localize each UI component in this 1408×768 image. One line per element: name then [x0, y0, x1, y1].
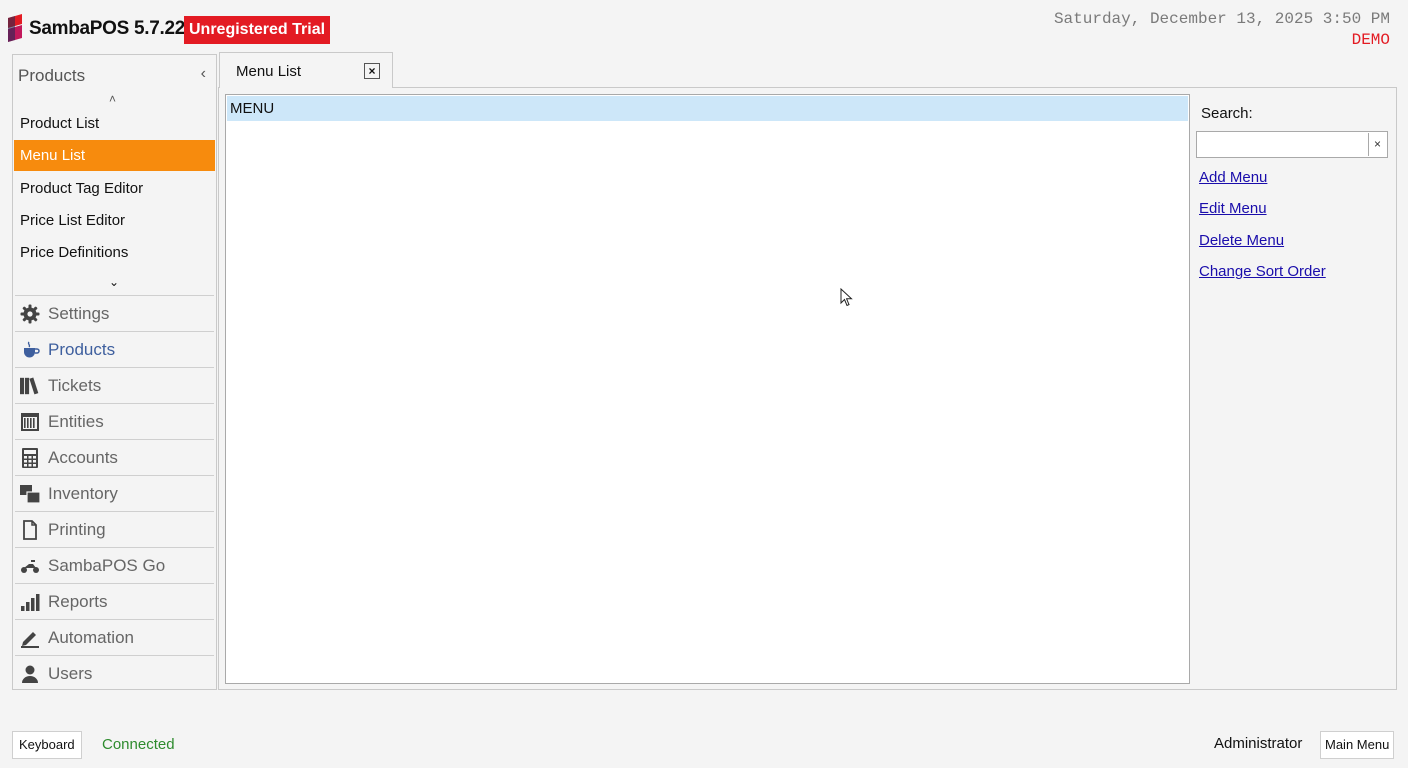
keyboard-button[interactable]: Keyboard	[12, 731, 82, 759]
app-title: SambaPOS 5.7.22	[29, 18, 186, 39]
nav-label: SambaPOS Go	[48, 555, 166, 575]
nav-inventory[interactable]: Inventory	[15, 475, 214, 511]
nav-label: Products	[48, 339, 116, 359]
list-item[interactable]: MENU	[227, 96, 1188, 121]
nav-printing[interactable]: Printing	[15, 511, 214, 547]
books-icon	[20, 376, 40, 396]
demo-badge: DEMO	[1351, 31, 1390, 49]
nav-users[interactable]: Users	[15, 655, 214, 691]
nav-label: Tickets	[48, 375, 102, 395]
clear-search-icon[interactable]: ×	[1368, 133, 1386, 156]
scooter-icon	[20, 556, 40, 576]
add-menu-link[interactable]: Add Menu	[1199, 169, 1267, 186]
mouse-cursor-icon	[840, 288, 853, 307]
main-menu-button[interactable]: Main Menu	[1320, 731, 1395, 759]
nav-label: Automation	[48, 627, 134, 647]
nav-label: Settings	[48, 303, 110, 323]
nav-automation[interactable]: Automation	[15, 619, 214, 655]
datetime-display: Saturday, December 13, 2025 3:50 PM	[1053, 10, 1390, 28]
search-input[interactable]	[1197, 132, 1369, 157]
search-box: ×	[1196, 131, 1388, 158]
nav-reports[interactable]: Reports	[15, 583, 214, 619]
user-icon	[20, 664, 40, 684]
left-navigation-panel: Products ‹ ˄ Product List Menu List Prod…	[12, 54, 217, 690]
subitem-product-tag-editor[interactable]: Product Tag Editor	[14, 173, 215, 204]
bar-chart-icon	[20, 592, 40, 612]
nav-accounts[interactable]: Accounts	[15, 439, 214, 475]
current-user: Administrator	[1214, 735, 1303, 752]
nav-products[interactable]: Products	[15, 331, 214, 367]
tab-label: Menu List	[236, 63, 302, 80]
trial-badge: Unregistered Trial	[184, 16, 331, 44]
subitem-menu-list[interactable]: Menu List	[14, 140, 215, 171]
scroll-up-icon[interactable]: ˄	[109, 92, 116, 106]
nav-label: Entities	[48, 411, 104, 431]
connection-status: Connected	[102, 736, 175, 753]
sambapos-logo-icon	[8, 14, 22, 42]
section-header: Products	[18, 66, 86, 85]
nav-label: Users	[48, 663, 93, 683]
entity-grid-icon	[20, 412, 40, 432]
content-frame: MENU Search: × Add Menu Edit Menu Delete…	[218, 87, 1397, 690]
search-label: Search:	[1201, 105, 1253, 122]
change-sort-order-link[interactable]: Change Sort Order	[1199, 263, 1326, 280]
edit-menu-link[interactable]: Edit Menu	[1199, 200, 1267, 217]
tab-menu-list[interactable]: Menu List ×	[219, 52, 393, 88]
menu-list-box[interactable]: MENU	[225, 94, 1190, 684]
subitem-price-list-editor[interactable]: Price List Editor	[14, 205, 215, 236]
nav-entities[interactable]: Entities	[15, 403, 214, 439]
chevron-left-icon[interactable]: ‹	[201, 65, 206, 83]
nav-label: Accounts	[48, 447, 118, 467]
inventory-icon	[20, 484, 40, 504]
pencil-icon	[20, 628, 40, 648]
nav-sambapos-go[interactable]: SambaPOS Go	[15, 547, 214, 583]
close-icon[interactable]: ×	[364, 63, 380, 79]
gear-icon	[20, 304, 40, 324]
nav-settings[interactable]: Settings	[15, 295, 214, 331]
nav-label: Printing	[48, 519, 106, 539]
nav-label: Reports	[48, 591, 108, 611]
coffee-cup-icon	[20, 340, 40, 360]
nav-tickets[interactable]: Tickets	[15, 367, 214, 403]
calculator-icon	[20, 447, 40, 468]
subitem-price-definitions[interactable]: Price Definitions	[14, 237, 215, 268]
document-icon	[20, 519, 40, 540]
nav-label: Inventory	[48, 483, 118, 503]
delete-menu-link[interactable]: Delete Menu	[1199, 232, 1284, 249]
scroll-down-icon[interactable]: ⌄	[109, 275, 119, 289]
subitem-product-list[interactable]: Product List	[14, 108, 215, 139]
